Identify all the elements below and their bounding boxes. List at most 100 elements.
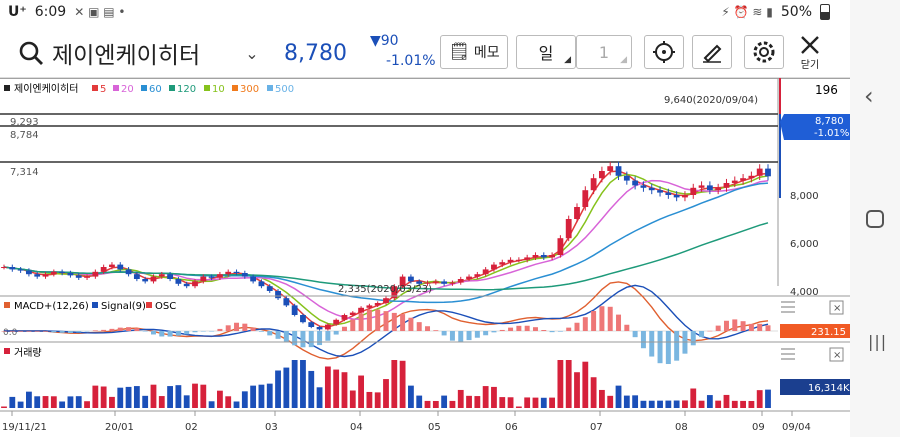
- candle-body: [673, 195, 680, 198]
- back-button[interactable]: ‹: [864, 82, 874, 110]
- crosshair-button[interactable]: [644, 35, 684, 69]
- stock-header: 제이엔케이히터 ⌄ 8,780 ▼90 -1.01% 🗒 메모 일 ◢ 1 ◢ …: [0, 26, 850, 78]
- candle-body: [92, 271, 99, 277]
- osc-bar: [549, 331, 555, 333]
- period-count-select[interactable]: 1 ◢: [576, 35, 632, 69]
- home-button[interactable]: [866, 210, 884, 228]
- volume-bar: [208, 401, 215, 408]
- volume-bar: [167, 386, 173, 408]
- stock-name[interactable]: 제이엔케이히터: [52, 36, 200, 70]
- volume-bar: [275, 370, 281, 408]
- osc-bar: [508, 327, 514, 331]
- legend-ma-swatch: [169, 85, 175, 91]
- osc-bar: [325, 331, 331, 341]
- osc-bar: [765, 325, 771, 331]
- volume-bar: [623, 395, 630, 408]
- candle-body: [308, 322, 315, 327]
- volume-bar: [507, 397, 514, 408]
- signal-swatch: [92, 302, 98, 308]
- osc-bar: [192, 331, 198, 333]
- candle-body: [333, 319, 340, 325]
- candle-body: [233, 271, 240, 273]
- volume-bar: [399, 360, 406, 408]
- volume-bar: [9, 396, 16, 408]
- volume-close-button[interactable]: ×: [829, 347, 844, 362]
- legend-ma-swatch: [232, 85, 238, 91]
- osc-bar: [159, 331, 165, 337]
- candle-body: [158, 274, 165, 277]
- osc-bar: [491, 331, 497, 333]
- volume-bar: [532, 397, 539, 408]
- osc-bar: [109, 328, 115, 331]
- osc-bar: [640, 331, 646, 349]
- candle-body: [75, 275, 82, 278]
- stock-chart[interactable]: 제이엔케이히터 5 20 60 120 10 300 500 196 9,293 8,784…: [0, 78, 850, 437]
- close-button[interactable]: [792, 32, 828, 58]
- settings-button[interactable]: [744, 35, 784, 69]
- volume-bar: [192, 383, 198, 408]
- osc-bar: [267, 331, 273, 336]
- volume-bar: [632, 395, 639, 408]
- osc-bar: [43, 331, 49, 332]
- macd-panel-handle[interactable]: [781, 301, 795, 313]
- volume-bar: [175, 385, 182, 408]
- candle-body: [648, 187, 655, 191]
- osc-bar: [748, 323, 754, 331]
- draw-button[interactable]: [692, 35, 732, 69]
- candle-body: [258, 281, 265, 287]
- price-change-pct: -1.01%: [386, 53, 436, 69]
- candle-body: [549, 255, 555, 258]
- memo-label: 메모: [473, 45, 500, 61]
- volume-bar: [549, 397, 555, 408]
- volume-bar: [308, 370, 315, 408]
- osc-bar: [391, 312, 397, 331]
- x-tick-label: 09/04: [782, 422, 811, 433]
- volume-bar: [291, 360, 298, 408]
- osc-bar: [59, 331, 65, 333]
- volume-bar: [158, 396, 165, 408]
- candle-body: [300, 315, 306, 323]
- volume-bar: [665, 400, 672, 408]
- legend-ma-swatch: [113, 85, 119, 91]
- osc-bar: [458, 331, 464, 342]
- osc-bar: [142, 331, 148, 332]
- volume-bar: [449, 400, 456, 408]
- osc-bar: [34, 331, 40, 332]
- volume-bar: [250, 385, 257, 408]
- carrier-label: U⁺: [8, 4, 27, 20]
- volume-bar: [183, 395, 190, 408]
- osc-bar: [616, 314, 622, 331]
- osc-bar: [449, 331, 455, 341]
- osc-bar: [516, 325, 522, 331]
- candle-body: [217, 274, 223, 278]
- memo-button[interactable]: 🗒 메모: [440, 35, 508, 69]
- osc-bar: [76, 331, 82, 333]
- candle-body: [17, 269, 24, 271]
- osc-bar: [134, 328, 140, 331]
- recent-apps-button[interactable]: |||: [868, 332, 887, 351]
- volume-bar: [515, 406, 522, 408]
- osc-bar: [292, 331, 298, 346]
- volume-bar: [607, 395, 614, 408]
- candle-body: [183, 283, 190, 287]
- search-button[interactable]: [14, 36, 48, 70]
- period-select[interactable]: 일 ◢: [516, 35, 576, 69]
- volume-bar: [42, 396, 49, 408]
- volume-panel-handle[interactable]: [781, 348, 795, 360]
- candle-body: [225, 271, 232, 275]
- macd-close-button[interactable]: ×: [829, 300, 844, 315]
- chevron-down-icon[interactable]: ⌄: [240, 36, 264, 70]
- candle-body: [690, 187, 697, 195]
- osc-bar: [308, 331, 314, 348]
- osc-bar: [275, 331, 281, 339]
- osc-bar: [674, 331, 680, 361]
- volume-bar: [698, 400, 705, 408]
- volume-bar: [75, 396, 82, 408]
- crosshair-icon: [653, 41, 675, 63]
- current-price: 8,780: [284, 40, 347, 66]
- candle-body: [316, 327, 323, 330]
- macd-title: MACD+(12,26): [14, 301, 89, 312]
- osc-bar: [607, 306, 613, 331]
- volume-bar: [266, 383, 273, 408]
- candle-body: [482, 269, 489, 275]
